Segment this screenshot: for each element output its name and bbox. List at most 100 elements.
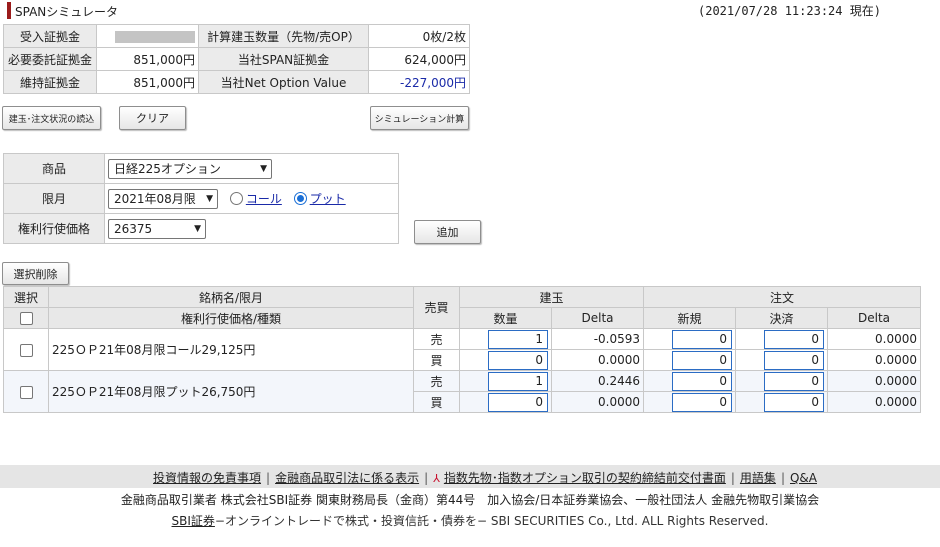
chevron-down-icon: ▼: [206, 193, 213, 204]
row-checkbox[interactable]: [19, 343, 33, 357]
glossary-link[interactable]: 用語集: [740, 471, 776, 485]
qty-cell: 1: [459, 328, 552, 350]
required-margin-label: 必要委託証拠金: [3, 47, 97, 71]
instrument-name: 225ＯＰ21年08月限コール29,125円: [48, 328, 414, 371]
positions-table: 選択 銘柄名/限月 売買 建玉 注文 権利行使価格/種類 数量 Delta 新規…: [3, 286, 922, 413]
side-cell: 売: [413, 370, 460, 392]
put-radio[interactable]: [293, 192, 307, 205]
delta-cell: 0.0000: [550, 391, 645, 413]
separator: |: [730, 471, 735, 485]
new-order-cell: 0: [643, 328, 737, 350]
call-radio-label[interactable]: コール: [246, 192, 282, 206]
add-button[interactable]: 追加: [414, 220, 481, 244]
fiea-link[interactable]: 金融商品取引法に係る表示: [275, 471, 419, 485]
settle-order-input[interactable]: 0: [764, 392, 825, 412]
order-delta-cell: 0.0000: [827, 328, 922, 350]
position-count-label: 計算建玉数量（先物/売OP）: [198, 24, 369, 48]
span-margin-value: 624,000円: [368, 47, 470, 71]
put-radio-label[interactable]: プット: [310, 192, 346, 206]
order-delta-header: Delta: [827, 307, 922, 329]
required-margin-value: 851,000円: [96, 47, 199, 71]
net-option-value-value: -227,000円: [368, 70, 470, 94]
position-group: 225ＯＰ21年08月限コール29,125円 売 1 -0.0593 0 0 0…: [3, 328, 922, 371]
side-cell: 買: [413, 349, 460, 371]
delta-cell: 0.0000: [550, 349, 645, 371]
position-count-value: 0枚/2枚: [368, 24, 470, 48]
select-all-checkbox[interactable]: [19, 312, 33, 325]
product-select-value: 日経225オプション: [114, 162, 221, 176]
position-header: 建玉: [458, 286, 645, 308]
qty-header: 数量: [459, 307, 552, 329]
maintenance-margin-value: 851,000円: [96, 70, 199, 94]
row-select-cell: [3, 328, 49, 371]
new-header: 新規: [643, 307, 737, 329]
strike-select-value: 26375: [114, 221, 153, 236]
settle-order-cell: 0: [735, 391, 829, 413]
footer-links: 投資情報の免責事項 | 金融商品取引法に係る表示 | ⅄ 指数先物･指数オプション取引の契…: [0, 469, 940, 486]
clear-button[interactable]: クリア: [119, 106, 186, 130]
registration-text: 金融商品取引業者 株式会社SBI証券 関東財務局長（金商）第44号 加入協会/日…: [120, 493, 820, 507]
product-field: 日経225オプション ▼: [104, 153, 399, 184]
settle-order-input[interactable]: 0: [764, 329, 825, 349]
side-cell: 買: [413, 391, 460, 413]
new-order-cell: 0: [643, 370, 737, 392]
strike-label: 権利行使価格: [3, 213, 105, 244]
delta-cell: 0.2446: [550, 370, 645, 392]
new-order-input[interactable]: 0: [672, 350, 733, 370]
separator: |: [424, 471, 429, 485]
settle-header: 決済: [735, 307, 829, 329]
row-select-cell: [3, 370, 49, 413]
qty-input[interactable]: 1: [488, 329, 548, 349]
disclaimer-link[interactable]: 投資情報の免責事項: [153, 471, 261, 485]
simulate-button[interactable]: シミュレーション計算: [370, 106, 469, 130]
new-order-input[interactable]: 0: [672, 329, 733, 349]
table-row: 225ＯＰ21年08月限プット26,750円 売 1 0.2446 0 0 0.…: [3, 370, 922, 413]
month-select-value: 2021年08月限: [114, 192, 196, 206]
delete-selected-button[interactable]: 選択削除: [2, 262, 69, 285]
summary-table: 受入証拠金 計算建玉数量（先物/売OP） 0枚/2枚 必要委託証拠金 851,0…: [3, 24, 470, 94]
new-order-input[interactable]: 0: [672, 371, 733, 391]
month-select[interactable]: 2021年08月限 ▼: [108, 188, 218, 209]
title-bar-icon: [7, 2, 11, 19]
copyright-line: SBI証券−オンライントレードで株式・投資信託・債券を− SBI SECURIT…: [0, 512, 940, 529]
page-title: SPANシミュレータ: [15, 5, 119, 19]
qty-cell: 1: [459, 370, 552, 392]
order-header: 注文: [643, 286, 922, 308]
side-cell: 売: [413, 328, 460, 350]
position-group: 225ＯＰ21年08月限プット26,750円 売 1 0.2446 0 0 0.…: [3, 370, 922, 413]
settle-order-cell: 0: [735, 349, 829, 371]
row-checkbox[interactable]: [19, 385, 33, 399]
order-delta-cell: 0.0000: [827, 349, 922, 371]
settle-order-cell: 0: [735, 370, 829, 392]
qty-cell: 0: [459, 391, 552, 413]
span-margin-label: 当社SPAN証拠金: [198, 47, 369, 71]
settle-order-input[interactable]: 0: [764, 350, 825, 370]
product-form: 商品 日経225オプション ▼ 限月 2021年08月限 ▼ コール プット 権…: [3, 153, 399, 244]
new-order-cell: 0: [643, 349, 737, 371]
product-select[interactable]: 日経225オプション ▼: [108, 158, 272, 179]
strike-select[interactable]: 26375 ▼: [108, 218, 206, 239]
masked-value: [115, 30, 195, 43]
strike-field: 26375 ▼: [104, 213, 399, 244]
qty-input[interactable]: 0: [488, 392, 548, 412]
net-option-value-label: 当社Net Option Value: [198, 70, 369, 94]
timestamp: (2021/07/28 11:23:24 現在): [698, 4, 881, 18]
separator: |: [266, 471, 271, 485]
instrument-name: 225ＯＰ21年08月限プット26,750円: [48, 370, 414, 413]
settle-order-input[interactable]: 0: [764, 371, 825, 391]
pre-contract-doc-link[interactable]: 指数先物･指数オプション取引の契約締結前交付書面: [444, 471, 726, 485]
new-order-input[interactable]: 0: [672, 392, 733, 412]
qty-input[interactable]: 0: [488, 350, 548, 370]
received-margin-value: [96, 24, 199, 48]
qty-input[interactable]: 1: [488, 371, 548, 391]
received-margin-label: 受入証拠金: [3, 24, 97, 48]
product-label: 商品: [3, 153, 105, 184]
qa-link[interactable]: Q&A: [790, 471, 817, 485]
sbi-link[interactable]: SBI証券: [172, 514, 215, 528]
month-label: 限月: [3, 183, 105, 214]
month-field: 2021年08月限 ▼ コール プット: [104, 183, 399, 214]
call-radio[interactable]: [229, 192, 243, 205]
settle-order-cell: 0: [735, 328, 829, 350]
load-positions-button[interactable]: 建玉･注文状況の読込: [2, 106, 101, 130]
table-row: 225ＯＰ21年08月限コール29,125円 売 1 -0.0593 0 0 0…: [3, 328, 922, 371]
